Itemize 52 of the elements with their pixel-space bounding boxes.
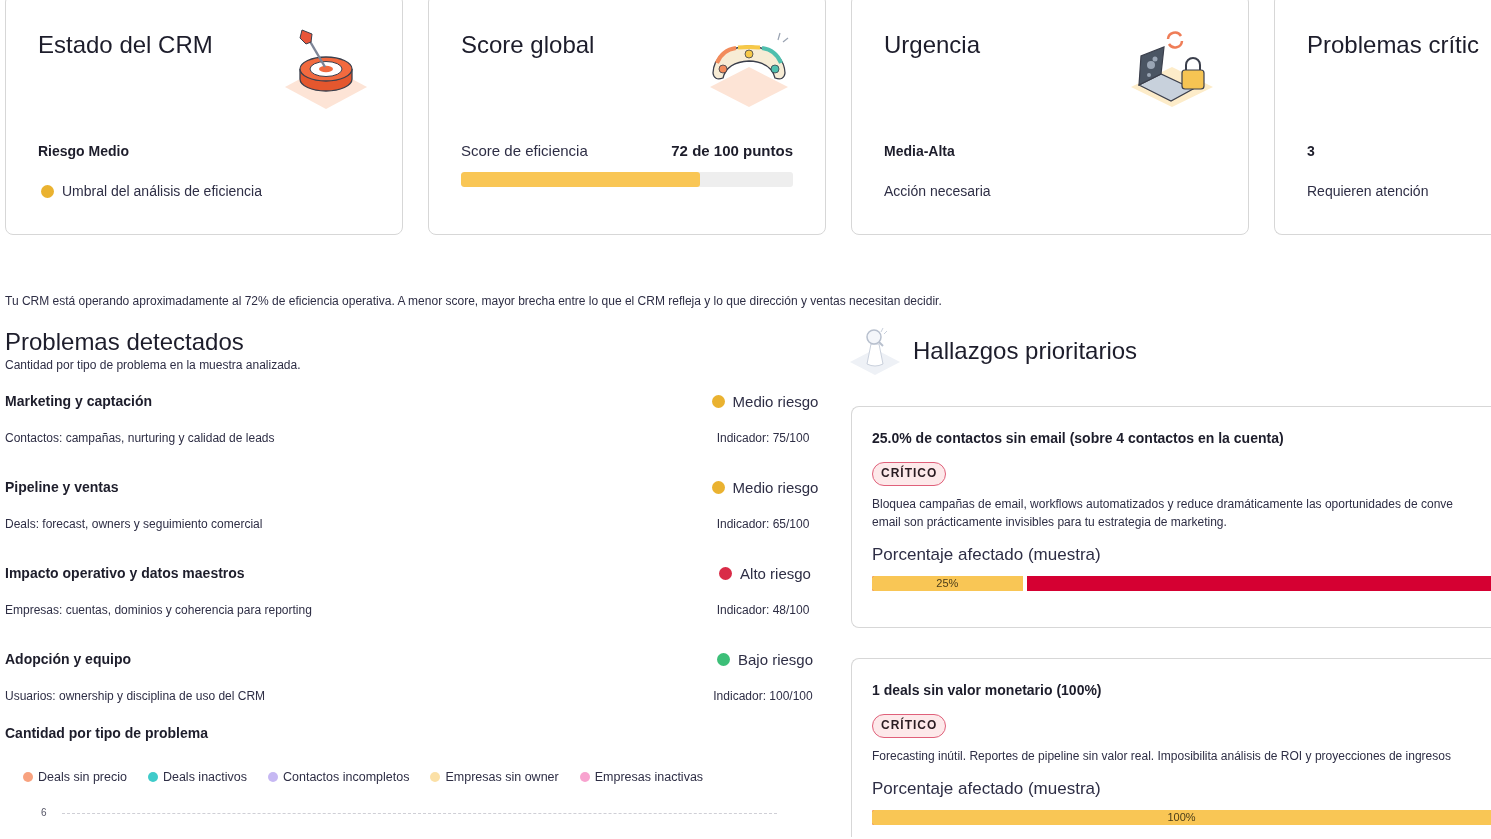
card-value: Riesgo Medio	[38, 142, 130, 161]
indicator-text: Indicador: 48/100	[716, 603, 810, 617]
card-value: 3	[1307, 142, 1316, 161]
indicator-text: Indicador: 75/100	[716, 431, 810, 445]
progress-label: Porcentaje afectado (muestra)	[872, 544, 1102, 566]
progress-label: Porcentaje afectado (muestra)	[872, 778, 1102, 800]
finding-description: Forecasting inútil. Reportes de pipeline sin valor real. Imposibilita análisis de ROI y proyecciones de ingresos	[872, 748, 1452, 765]
legend-label: Deals inactivos	[162, 769, 247, 785]
problem-description: Usuarios: ownership y disciplina de uso del CRM	[5, 689, 266, 703]
severity-badge: CRÍTICO	[872, 462, 947, 486]
problem-description: Deals: forecast, owners y seguimiento comercial	[5, 517, 263, 531]
indicator-text: Indicador: 65/100	[716, 517, 810, 531]
problem-title: Impacto operativo y datos maestros	[5, 565, 245, 581]
legend-label: Empresas sin owner	[445, 769, 559, 785]
problem-description: Empresas: cuentas, dominios y coherencia para reporting	[5, 603, 312, 617]
risk-label: Alto riesgo	[740, 564, 811, 582]
card-title: Urgencia	[884, 30, 981, 60]
axis-tick-label: 6	[41, 807, 47, 819]
finding-title: 1 deals sin valor monetario (100%)	[872, 681, 1103, 700]
severity-badge: CRÍTICO	[872, 714, 947, 738]
section-title: Hallazgos prioritarios	[913, 336, 1138, 366]
legend-label: Empresas inactivas	[594, 769, 704, 785]
card-note: Requieren atención	[1307, 182, 1429, 201]
problem-title: Adopción y equipo	[5, 651, 131, 667]
magnifier-icon	[850, 327, 900, 375]
card-title: Problemas crític	[1307, 30, 1480, 60]
score-value: 72 de 100 puntos	[671, 141, 793, 161]
risk-label: Medio riesgo	[732, 478, 819, 496]
target-icon	[285, 29, 367, 109]
risk-label: Medio riesgo	[732, 392, 819, 410]
card-note: Acción necesaria	[884, 182, 991, 201]
finding-description: Bloquea campañas de email, workflows automatizados y reduce dramáticamente las oportunidades de conve email son prácticamente invisibles para tu estrategia de marketing.	[872, 496, 1454, 531]
legend-label: Contactos incompletos	[283, 769, 410, 785]
legend-label: Deals sin precio	[38, 769, 127, 785]
problem-description: Contactos: campañas, nurturing y calidad de leads	[5, 431, 275, 445]
percent-label: 25%	[936, 577, 959, 590]
problem-title: Pipeline y ventas	[5, 479, 119, 495]
finding-title: 25.0% de contactos sin email (sobre 4 contactos en la cuenta)	[872, 429, 1285, 448]
problem-title: Marketing y captación	[5, 393, 153, 409]
card-value: Media-Alta	[884, 142, 956, 161]
card-title: Estado del CRM	[38, 30, 213, 60]
percent-label: 100%	[1167, 811, 1196, 824]
chart-title: Cantidad por tipo de problema	[5, 724, 209, 743]
risk-label: Bajo riesgo	[737, 650, 813, 668]
summary-text: Tu CRM está operando aproximadamente al 72% de eficiencia operativa. A menor score, mayor brecha entre lo que el CRM refleja y lo que dirección y ventas necesitan decidir.	[5, 293, 943, 309]
card-title: Score global	[461, 30, 595, 60]
section-subtitle: Cantidad por tipo de problema en la muestra analizada.	[5, 357, 302, 373]
section-title: Problemas detectados	[5, 327, 245, 357]
score-label: Score de eficiencia	[461, 141, 588, 161]
card-note: Umbral del análisis de eficiencia	[62, 182, 262, 201]
indicator-text: Indicador: 100/100	[713, 689, 813, 703]
laptop-lock-icon	[1131, 29, 1213, 109]
